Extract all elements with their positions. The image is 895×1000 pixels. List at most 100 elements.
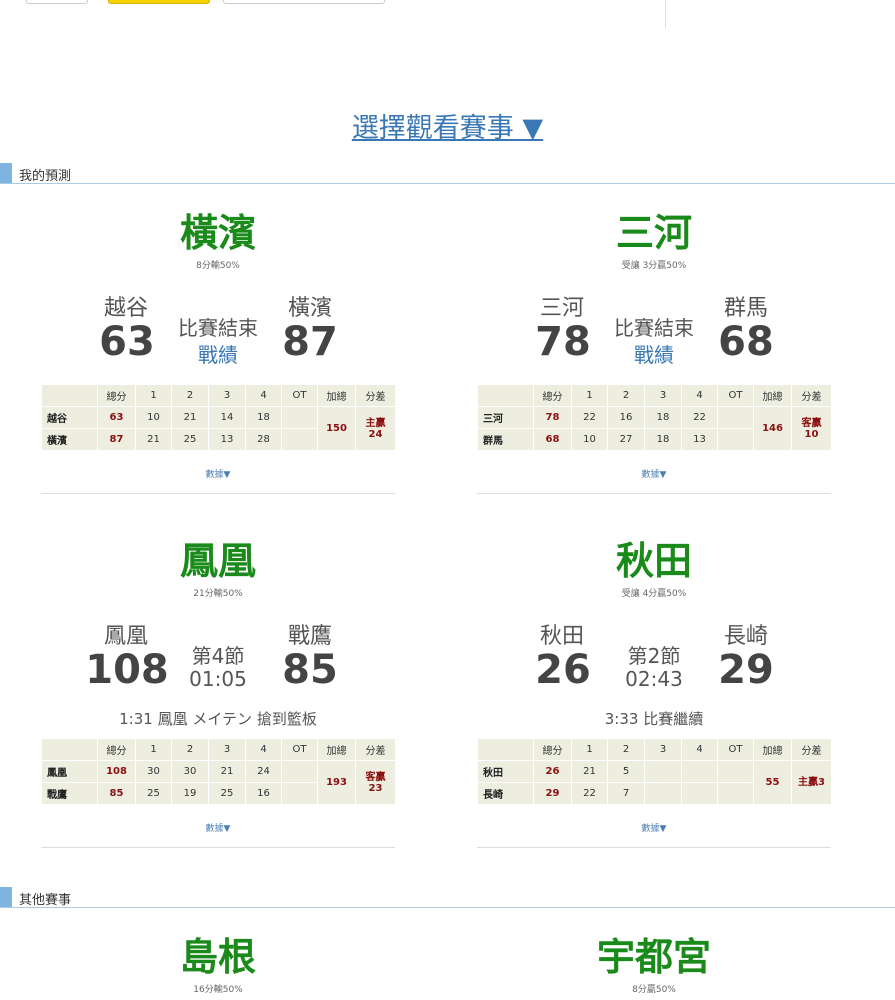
quarter-cell: 14 xyxy=(208,406,246,429)
prediction-text: 16分輸50% xyxy=(193,985,243,995)
quarter-cell: 21 xyxy=(571,760,608,783)
sum-cell: 146 xyxy=(753,406,792,451)
prediction-text: 8分贏50% xyxy=(632,985,676,995)
diff-label: 主贏3 xyxy=(798,777,825,788)
prediction-text: 8分輸50% xyxy=(196,261,240,271)
table-header: OT xyxy=(281,738,318,761)
section-accent xyxy=(0,163,12,183)
predicted-winner: 島根 xyxy=(179,935,256,979)
diff-label: 主贏 xyxy=(365,417,386,429)
game-clock: 02:43 xyxy=(625,667,683,691)
table-header: 分差 xyxy=(355,738,396,761)
ot-cell xyxy=(717,782,754,805)
quarter-cell: 21 xyxy=(135,428,172,451)
table-header: 1 xyxy=(135,384,172,407)
live-play-text: 1:31 鳳凰 メイテン 搶到籃板 xyxy=(119,710,317,728)
table-header: 加總 xyxy=(753,384,792,407)
table-header: 2 xyxy=(607,384,645,407)
table-header: 3 xyxy=(208,738,246,761)
filter-button-1[interactable] xyxy=(26,0,88,4)
quarter-cell: 25 xyxy=(171,428,209,451)
diff-value: 23 xyxy=(368,782,383,794)
quarter-cell: 18 xyxy=(644,406,682,429)
quarter-cell xyxy=(681,782,718,805)
table-header: OT xyxy=(717,738,754,761)
predicted-winner: 鳳凰 xyxy=(179,539,256,583)
table-row: 鳳凰 108 30 30 21 24 193 客贏 23 xyxy=(41,760,396,805)
table-header xyxy=(41,384,98,407)
quarter-cell xyxy=(644,760,682,783)
ot-cell xyxy=(281,782,318,805)
filter-button-3[interactable] xyxy=(223,0,385,4)
game-clock: 01:05 xyxy=(189,667,247,691)
quarter-cell: 16 xyxy=(245,782,282,805)
quarter-cell: 21 xyxy=(171,406,209,429)
team-cell: 三河 xyxy=(477,406,534,429)
table-header: 2 xyxy=(171,738,209,761)
table-header: 分差 xyxy=(355,384,396,407)
team-cell: 戰鷹 xyxy=(41,782,98,805)
diff-cell: 客贏 23 xyxy=(355,760,396,805)
total-cell: 87 xyxy=(97,428,136,451)
select-game-link[interactable]: 選擇觀看賽事 ▼ xyxy=(0,106,895,145)
game-card: 鳳凰 21分輸50% 鳳凰 戰鷹 108 85 第4節 01:05 1:31 鳳… xyxy=(41,538,396,848)
table-header: 分差 xyxy=(791,384,832,407)
quarter-cell xyxy=(681,760,718,783)
table-header: 加總 xyxy=(317,738,356,761)
total-cell: 26 xyxy=(533,760,572,783)
quarter-cell: 16 xyxy=(607,406,645,429)
table-header: 總分 xyxy=(533,738,572,761)
game-card: 橫濱 8分輸50% 越谷 橫濱 63 87 比賽結束 戰績 總分 1 2 3 4… xyxy=(41,210,396,494)
game-status: 比賽結束 xyxy=(614,316,694,340)
game-period: 第2節 xyxy=(627,644,681,668)
score-table: 總分 1 2 3 4 OT 加總 分差 鳳凰 108 30 30 21 24 1… xyxy=(41,738,396,805)
section-accent xyxy=(0,887,12,907)
quarter-cell: 13 xyxy=(681,428,718,451)
total-cell: 68 xyxy=(533,428,572,451)
ot-cell xyxy=(717,406,754,429)
quarter-cell: 5 xyxy=(607,760,645,783)
ot-cell xyxy=(281,760,318,783)
table-header: 總分 xyxy=(533,384,572,407)
table-header: 1 xyxy=(571,384,608,407)
table-header-row: 總分 1 2 3 4 OT 加總 分差 xyxy=(41,738,396,761)
team-cell: 鳳凰 xyxy=(41,760,98,783)
table-header: 3 xyxy=(208,384,246,407)
quarter-cell: 13 xyxy=(208,428,246,451)
record-link[interactable]: 戰績 xyxy=(158,339,278,368)
diff-value: 24 xyxy=(368,428,383,440)
stats-toggle-link[interactable]: 數據▼ xyxy=(477,467,831,480)
table-header: 分差 xyxy=(791,738,832,761)
team-cell: 秋田 xyxy=(477,760,534,783)
diff-cell: 主贏3 xyxy=(791,760,832,805)
table-header: 4 xyxy=(681,738,718,761)
stats-toggle-link[interactable]: 數據▼ xyxy=(41,467,395,480)
ot-cell xyxy=(281,406,318,429)
table-header: OT xyxy=(717,384,754,407)
quarter-cell: 22 xyxy=(571,782,608,805)
sum-cell: 150 xyxy=(317,406,356,451)
table-header: 總分 xyxy=(97,384,136,407)
quarter-cell: 30 xyxy=(135,760,172,783)
sum-cell: 193 xyxy=(317,760,356,805)
record-link[interactable]: 戰績 xyxy=(594,339,714,368)
stats-toggle-link[interactable]: 數據▼ xyxy=(41,821,395,834)
live-play-text: 3:33 比賽繼續 xyxy=(604,710,704,728)
stats-toggle-link[interactable]: 數據▼ xyxy=(477,821,831,834)
prediction-text: 21分輸50% xyxy=(193,589,243,599)
table-header: 加總 xyxy=(317,384,356,407)
ot-cell xyxy=(717,760,754,783)
card-divider xyxy=(41,493,395,494)
game-card: 三河 受讓 3分贏50% 三河 群馬 78 68 比賽結束 戰績 總分 1 2 … xyxy=(477,210,832,494)
table-header: 4 xyxy=(681,384,718,407)
filter-button-active[interactable] xyxy=(108,0,210,4)
table-header: 1 xyxy=(135,738,172,761)
predicted-winner: 橫濱 xyxy=(179,211,256,255)
table-header: OT xyxy=(281,384,318,407)
quarter-cell: 27 xyxy=(607,428,645,451)
diff-label: 客贏 xyxy=(365,771,386,783)
table-header: 3 xyxy=(644,384,682,407)
score-table: 總分 1 2 3 4 OT 加總 分差 越谷 63 10 21 14 18 15… xyxy=(41,384,396,451)
table-header-row: 總分 1 2 3 4 OT 加總 分差 xyxy=(477,738,832,761)
table-header: 2 xyxy=(607,738,645,761)
